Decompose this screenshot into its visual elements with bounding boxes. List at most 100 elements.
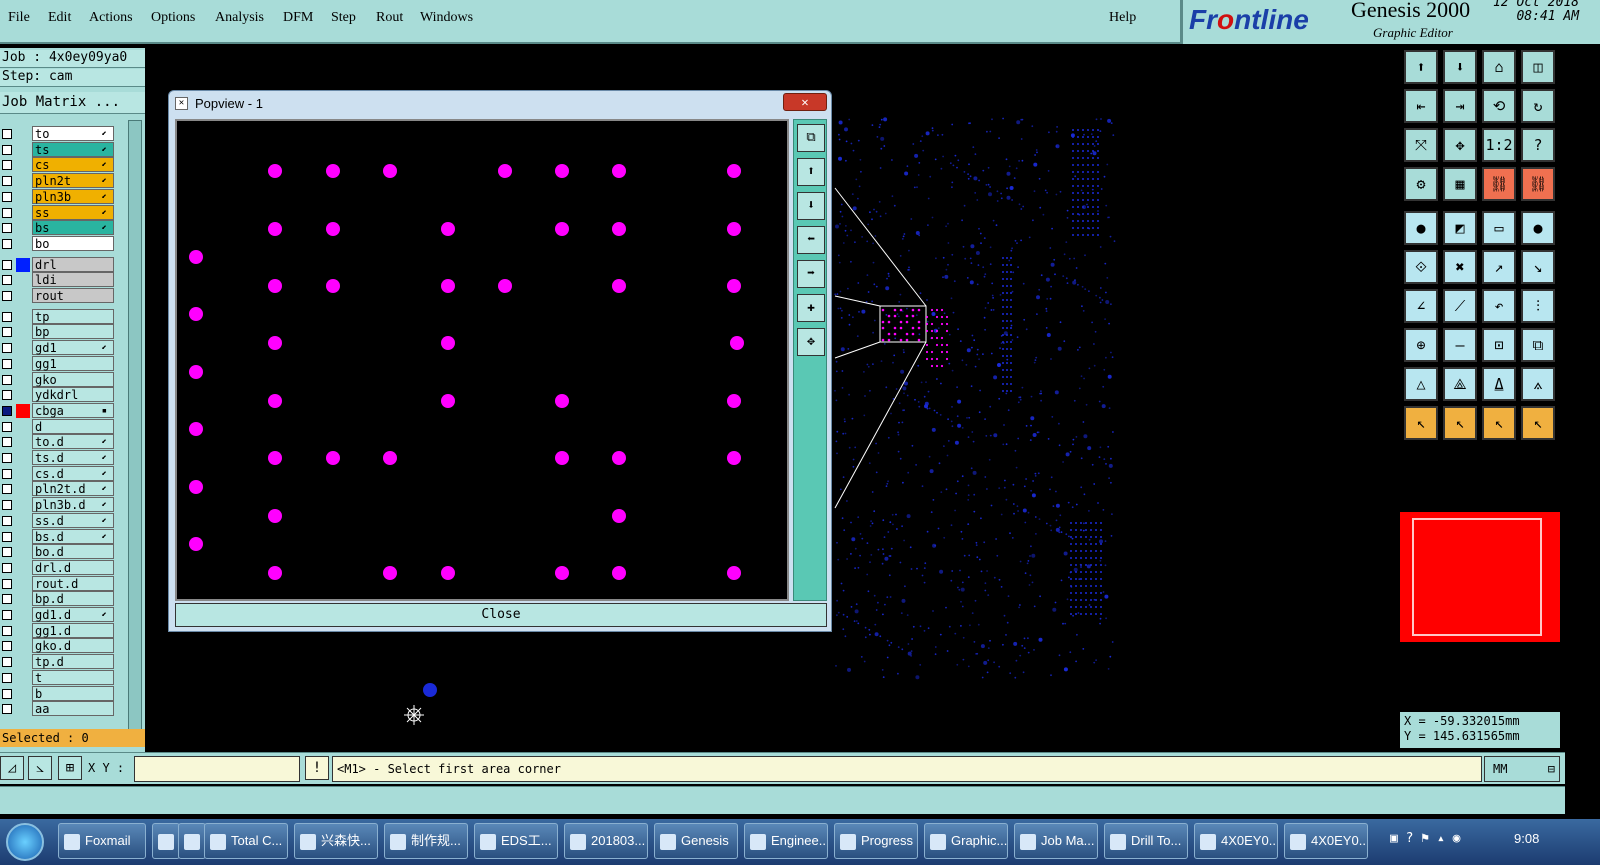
triangle3-icon[interactable]: ⍙ (1482, 367, 1516, 401)
delete-icon[interactable]: ✖ (1443, 250, 1477, 284)
pad-icon[interactable]: ● (1404, 211, 1438, 245)
layer-checkbox[interactable] (2, 129, 12, 139)
measure-icon[interactable]: ▭ (1482, 211, 1516, 245)
layer-name[interactable]: t (32, 669, 114, 685)
layer-name[interactable]: bo (32, 235, 114, 251)
snap-icon[interactable]: ◿ (0, 756, 24, 780)
start-button[interactable] (6, 823, 44, 861)
layer-name[interactable]: ts ⬋ (32, 141, 114, 157)
select4-icon[interactable]: ↖ (1521, 406, 1555, 440)
layer-name[interactable]: to ⬋ (32, 126, 114, 141)
layer-checkbox[interactable] (2, 390, 12, 401)
popview-close-button[interactable]: Close (175, 603, 827, 627)
layer-name[interactable]: rout.d (32, 575, 114, 591)
taskbar-item[interactable]: Enginee... (744, 823, 828, 859)
layer-row[interactable]: pln2t ⬋ (0, 173, 118, 189)
layer-row[interactable]: bo.d (0, 544, 118, 560)
layer-name[interactable]: pln2t.d ⬋ (32, 481, 114, 497)
settings-icon[interactable]: ⚙ (1404, 167, 1438, 201)
layer-row[interactable]: gg1 (0, 355, 118, 372)
layer-name[interactable]: b (32, 685, 114, 701)
layer-row[interactable]: gd1.d ⬋ (0, 607, 118, 623)
pop-pan-left-icon[interactable]: ⬅ (797, 226, 825, 254)
layer-row[interactable]: tp.d (0, 654, 118, 670)
triangle-icon[interactable]: △ (1404, 367, 1438, 401)
grid-icon[interactable]: ⊞ (58, 756, 82, 780)
layer-row[interactable]: bp (0, 324, 118, 340)
taskbar-item[interactable]: Foxmail (58, 823, 146, 859)
layer-row[interactable]: drl.d (0, 559, 118, 576)
layer-name[interactable]: gd1.d ⬋ (32, 607, 114, 622)
triangle4-icon[interactable]: ⟑ (1521, 367, 1555, 401)
pop-pan-right-icon[interactable]: ➡ (797, 260, 825, 288)
taskbar-item[interactable]: Job Ma... (1014, 823, 1098, 859)
layer-row[interactable]: rout.d (0, 575, 118, 592)
layer-row[interactable]: ts ⬋ (0, 141, 118, 158)
layer-name[interactable]: tp.d (32, 654, 114, 670)
taskbar-item[interactable]: 制作规... (384, 823, 468, 859)
layer-row[interactable]: tp (0, 308, 118, 325)
layer-up-icon[interactable]: ⬆ (1404, 50, 1438, 84)
pop-pan-down-icon[interactable]: ⬇ (797, 192, 825, 220)
move-left-icon[interactable]: ⇤ (1404, 89, 1438, 123)
route2-icon[interactable]: ↘ (1521, 250, 1555, 284)
layer-name[interactable]: gko.d (32, 638, 114, 654)
menu-step[interactable]: Step (331, 10, 356, 26)
layer-checkbox[interactable] (2, 207, 12, 218)
layer-down-icon[interactable]: ⬇ (1443, 50, 1477, 84)
layer-name[interactable]: ldi (32, 272, 114, 288)
layer-name[interactable]: ts.d ⬋ (32, 450, 114, 465)
tray-icons[interactable]: ▣ ? ⚑ ▴ ◉ (1390, 831, 1460, 846)
connect-icon[interactable]: ⟐ (1404, 250, 1438, 284)
taskbar-item[interactable]: Genesis (654, 823, 738, 859)
circle-icon[interactable]: ● (1521, 211, 1555, 245)
layer-checkbox[interactable] (2, 343, 12, 354)
units-select[interactable]: MM ⊟ (1484, 756, 1560, 782)
menu-file[interactable]: File (8, 10, 30, 26)
layer-row[interactable]: pln3b ⬋ (0, 188, 118, 205)
layer-checkbox[interactable] (2, 405, 12, 416)
layer-name[interactable]: tp (32, 308, 114, 324)
fit-icon[interactable]: ⤧ (1404, 128, 1438, 162)
layer-checkbox[interactable] (2, 500, 12, 511)
select2-icon[interactable]: ↖ (1443, 406, 1477, 440)
net2-icon[interactable]: ⛓ (1521, 167, 1555, 201)
select3-icon[interactable]: ↖ (1482, 406, 1516, 440)
taskbar-item[interactable]: 4X0EY0... (1284, 823, 1368, 859)
pop-zoom-out-icon[interactable]: ✥ (797, 328, 825, 356)
layer-row[interactable]: to ⬋ (0, 126, 118, 142)
layer-name[interactable]: pln3b.d ⬋ (32, 497, 114, 513)
layer-checkbox[interactable] (2, 672, 12, 683)
group-icon[interactable]: ⧉ (1521, 328, 1555, 362)
layer-row[interactable]: b (0, 685, 118, 702)
taskbar-item[interactable]: Graphic... (924, 823, 1008, 859)
layer-row[interactable]: to.d ⬋ (0, 434, 118, 450)
layer-checkbox[interactable] (2, 704, 12, 715)
layer-name[interactable]: bs ⬋ (32, 220, 114, 236)
taskbar-item[interactable] (178, 823, 206, 859)
layer-checkbox[interactable] (2, 191, 12, 202)
layer-checkbox[interactable] (2, 311, 12, 322)
pop-pan-up-icon[interactable]: ⬆ (797, 158, 825, 186)
layer-row[interactable]: aa (0, 701, 118, 717)
layer-checkbox[interactable] (2, 259, 12, 270)
angle-icon[interactable]: ∠ (1404, 289, 1438, 323)
layer-checkbox[interactable] (2, 657, 12, 668)
layer-checkbox[interactable] (2, 562, 12, 573)
menu-edit[interactable]: Edit (48, 10, 71, 26)
layer-row[interactable]: cs.d ⬋ (0, 465, 118, 482)
menu-actions[interactable]: Actions (89, 10, 133, 26)
query-icon[interactable]: ? (1521, 128, 1555, 162)
bang-button[interactable]: ! (305, 756, 329, 780)
layer-name[interactable]: ydkdrl (32, 387, 114, 403)
job-matrix-button[interactable]: Job Matrix ... (0, 92, 145, 114)
layer-row[interactable]: gko.d (0, 638, 118, 654)
taskbar-item[interactable]: Progress (834, 823, 918, 859)
mirror-icon[interactable]: ⟲ (1482, 89, 1516, 123)
layer-row[interactable]: drl (0, 256, 118, 273)
slash-icon[interactable]: ⟋ (1443, 289, 1477, 323)
popview-canvas[interactable] (175, 119, 789, 601)
layer-checkbox[interactable] (2, 144, 12, 155)
layer-checkbox[interactable] (2, 238, 12, 249)
layer-name[interactable]: rout (32, 288, 114, 303)
